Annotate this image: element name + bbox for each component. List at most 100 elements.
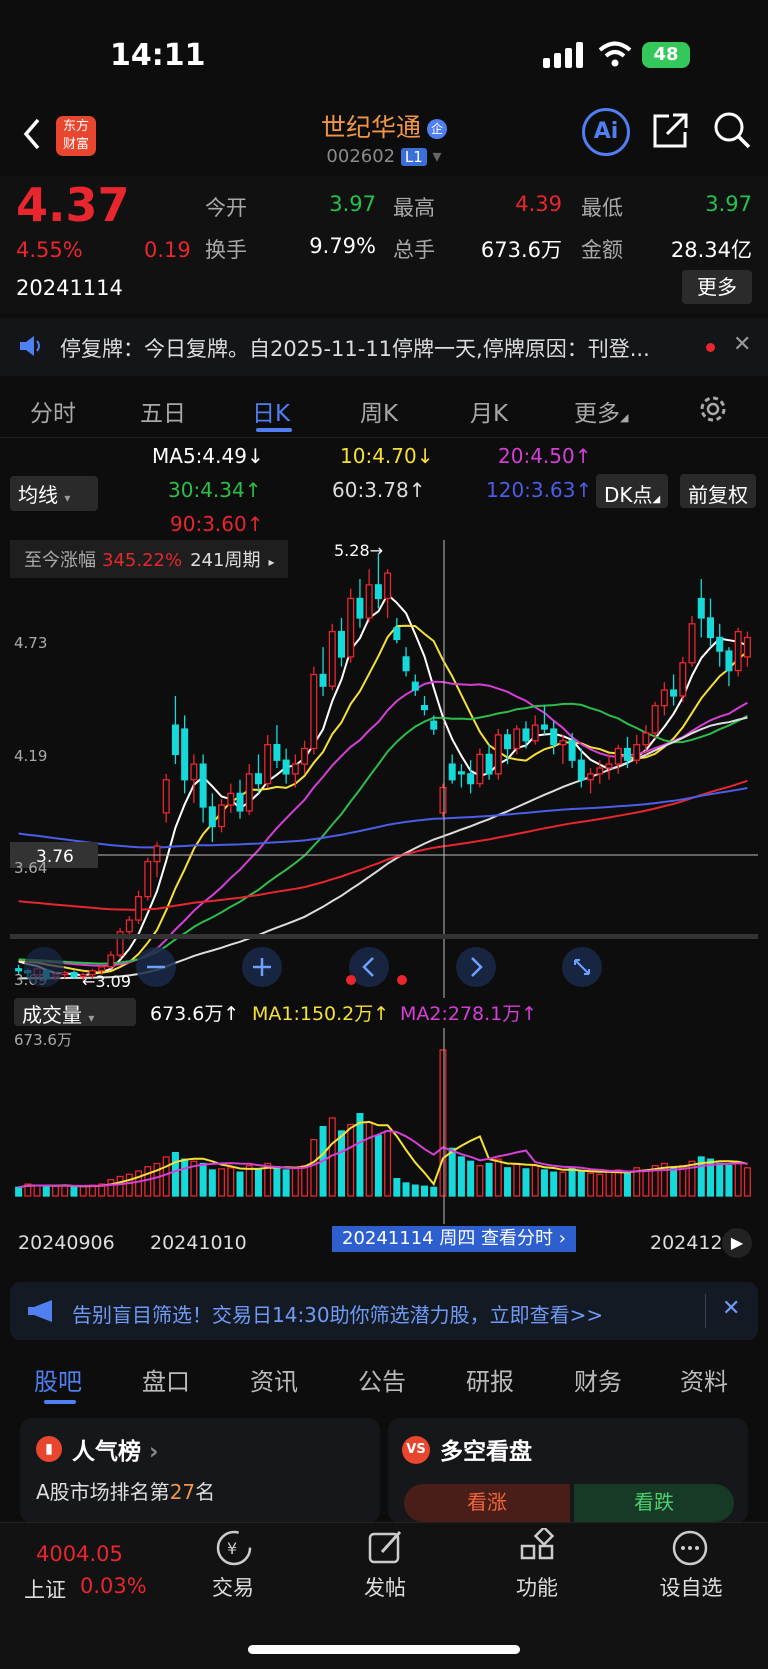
tab-pankou[interactable]: 盘口 (142, 1362, 190, 1397)
bull-button[interactable]: 看涨 (404, 1484, 570, 1522)
rank-prefix: A股市场排名第 (36, 1480, 170, 1504)
candle (485, 753, 493, 775)
ma-selector[interactable]: 均线 ▾ (10, 476, 98, 511)
candle (660, 689, 668, 707)
volume-chart[interactable]: 673.6万 (0, 1028, 768, 1224)
candle (208, 806, 216, 828)
candle (706, 617, 714, 639)
corner-arrow-icon: ◢ (620, 411, 629, 424)
dk-point-button[interactable]: DK点◢ (596, 474, 669, 508)
candle (550, 728, 558, 746)
tab-five-day[interactable]: 五日 (140, 394, 186, 428)
index-name[interactable]: 上证 (24, 1574, 66, 1604)
close-icon[interactable]: ✕ (733, 332, 751, 357)
status-bar: 14:11 48 (0, 0, 768, 110)
suspension-notice[interactable]: 停复牌：今日复牌。自2025-11-11停牌一天,停牌原因：刊登... ✕ (0, 318, 768, 376)
index-change[interactable]: 0.03% (80, 1574, 147, 1598)
ma10-value: 10:4.70↓ (340, 444, 434, 468)
candle (494, 734, 502, 775)
tab-monthly-k[interactable]: 月K (470, 394, 508, 428)
candle (568, 740, 576, 761)
volume-bar (153, 1162, 161, 1197)
low-mark: ←3.09 (82, 972, 131, 991)
scroll-right-button[interactable]: ▶ (722, 1228, 752, 1258)
apps-icon[interactable] (518, 1528, 558, 1568)
signal-icon (543, 42, 583, 68)
tab-guba[interactable]: 股吧 (34, 1362, 82, 1397)
view-intraday-button[interactable]: 20241114 周四 查看分时 › (332, 1226, 576, 1252)
more-dots-icon[interactable] (670, 1528, 710, 1568)
more-button[interactable]: 更多 (682, 270, 752, 304)
candle (153, 845, 161, 863)
ma5-value: MA5:4.49↓ (152, 444, 264, 468)
volume-bar (310, 1138, 318, 1197)
tab-profile[interactable]: 资料 (680, 1362, 728, 1397)
add-watchlist-label[interactable]: 设自选 (646, 1572, 736, 1602)
y-tick-2: 4.19 (14, 747, 47, 765)
candlestick-chart[interactable]: 3.76 4.73 4.19 3.64 3.09 5.28→ ←3.09 至今涨… (0, 540, 768, 998)
tab-finance[interactable]: 财务 (574, 1362, 622, 1397)
candle (374, 584, 382, 600)
volume-bar (70, 1186, 78, 1197)
last-price: 4.37 (16, 178, 130, 232)
volume-value: 673.6万 (480, 238, 562, 262)
forward-adjust-button[interactable]: 前复权 (680, 474, 756, 508)
candle (70, 972, 78, 978)
volume-bar (227, 1167, 235, 1197)
ad-text: 告别盲目筛选！交易日14:30助你筛选潜力股，立即查看>> (72, 1303, 604, 1327)
tab-daily-k[interactable]: 日K (252, 394, 290, 428)
volume-selector[interactable]: 成交量 ▾ (14, 998, 136, 1027)
bull-bear-card[interactable]: VS 多空看盘 看涨 看跌 (388, 1418, 748, 1523)
share-icon[interactable] (651, 110, 691, 150)
high-mark-value: 5.28 (334, 541, 370, 560)
candle (596, 767, 604, 775)
candle (190, 763, 198, 781)
volume-bar (245, 1165, 253, 1197)
ranking-icon: ▮ (36, 1436, 62, 1462)
dk-label: DK点 (604, 483, 653, 507)
gear-icon[interactable] (698, 394, 728, 424)
tab-announcements[interactable]: 公告 (358, 1362, 406, 1397)
tab-intraday[interactable]: 分时 (30, 394, 76, 428)
trade-label[interactable]: 交易 (188, 1572, 278, 1602)
stock-code: 002602 (326, 146, 396, 167)
fullscreen-button[interactable] (562, 947, 602, 987)
tab-more-label: 更多 (574, 401, 620, 427)
ma-panel: 均线 ▾ MA5:4.49↓ 10:4.70↓ 20:4.50↑ 30:4.34… (0, 438, 768, 540)
tab-weekly-k[interactable]: 周K (360, 394, 398, 428)
candle (688, 623, 696, 664)
tab-research[interactable]: 研报 (466, 1362, 514, 1397)
volume-bar (457, 1156, 465, 1197)
candle (125, 919, 133, 933)
enterprise-badge: 企 (427, 119, 447, 139)
zoom-out-button[interactable] (136, 947, 176, 987)
event-dot[interactable] (346, 975, 356, 985)
event-dot[interactable] (397, 975, 407, 985)
zoom-in-button[interactable] (242, 947, 282, 987)
popularity-rank: A股市场排名第27名 (36, 1476, 215, 1505)
candle (513, 728, 521, 750)
index-value[interactable]: 4004.05 (36, 1542, 123, 1566)
ad-banner[interactable]: 告别盲目筛选！交易日14:30助你筛选潜力股，立即查看>> ✕ (10, 1282, 758, 1340)
tab-news[interactable]: 资讯 (250, 1362, 298, 1397)
ai-button[interactable]: Ai (582, 108, 630, 156)
search-icon[interactable] (712, 110, 752, 150)
close-icon[interactable]: ✕ (722, 1296, 740, 1321)
scroll-left-button[interactable] (24, 947, 64, 987)
popularity-card[interactable]: ▮ 人气榜 › A股市场排名第27名 (20, 1418, 380, 1523)
trade-icon[interactable]: ¥ (214, 1528, 254, 1568)
more-label: 更多 (697, 275, 737, 299)
bear-button[interactable]: 看跌 (574, 1484, 734, 1522)
tab-more[interactable]: 更多◢ (574, 394, 628, 428)
candle (199, 763, 207, 808)
scroll-track[interactable] (10, 934, 758, 939)
volume-bars (15, 1049, 751, 1197)
high-label: 最高 (393, 196, 435, 220)
functions-label[interactable]: 功能 (492, 1572, 582, 1602)
post-label[interactable]: 发帖 (340, 1572, 430, 1602)
next-button[interactable] (456, 947, 496, 987)
candle (725, 650, 733, 672)
compose-icon[interactable] (366, 1528, 406, 1568)
volume-bar (218, 1168, 226, 1197)
volume-bar (679, 1165, 687, 1197)
